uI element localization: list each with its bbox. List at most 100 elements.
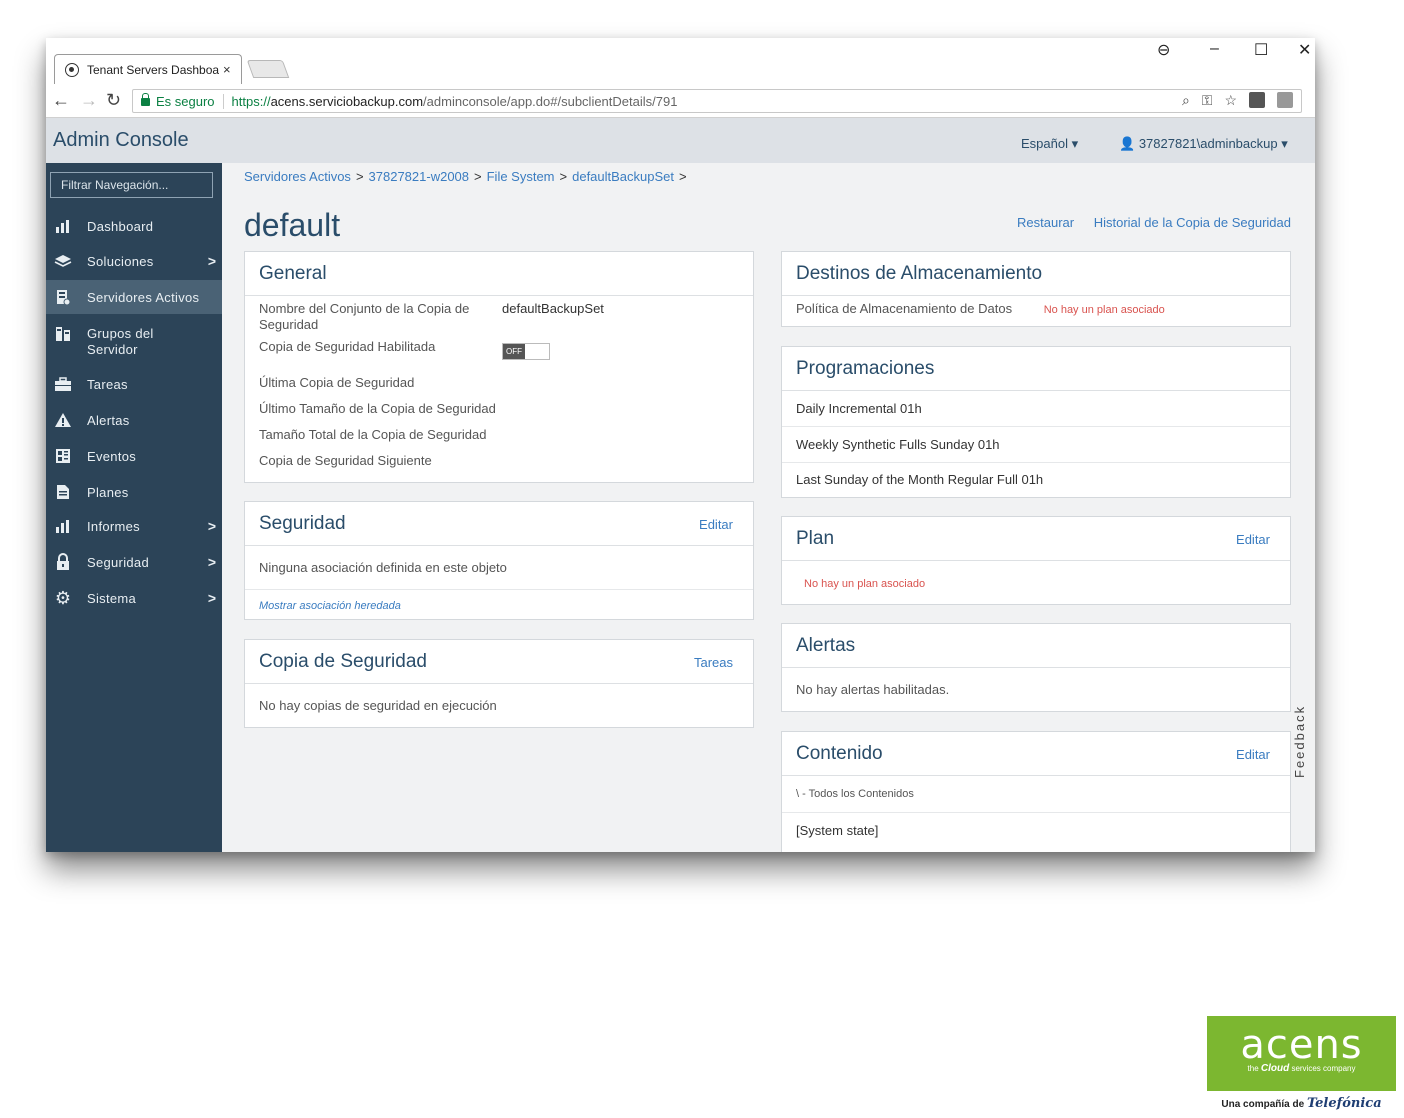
security-panel: Seguridad Editar Ninguna asociación defi…: [244, 501, 754, 620]
user-name: 37827821\adminbackup ▾: [1138, 136, 1288, 151]
backup-enabled-toggle[interactable]: OFF: [502, 343, 550, 360]
sidebar-item-servidores-activos[interactable]: Servidores Activos: [46, 280, 222, 314]
reload-icon[interactable]: ↻: [106, 90, 121, 111]
logo-tagline: the Cloud services company: [1207, 1063, 1396, 1074]
breadcrumb-item[interactable]: 37827821-w2008: [369, 169, 469, 184]
general-panel: General Nombre del Conjunto de la Copia …: [244, 251, 754, 483]
nav-filter-input[interactable]: Filtrar Navegación...: [50, 172, 213, 198]
close-window-icon[interactable]: ✕: [1298, 40, 1311, 60]
panel-header: Programaciones: [782, 347, 1290, 391]
panel-header: Copia de Seguridad Tareas: [245, 640, 753, 684]
plan-panel: Plan Editar No hay un plan asociado: [781, 516, 1291, 605]
edit-security-link[interactable]: Editar: [699, 517, 733, 532]
events-icon: [54, 448, 72, 464]
edit-content-link[interactable]: Editar: [1236, 747, 1270, 762]
sidebar-item-tareas[interactable]: Tareas: [46, 367, 222, 401]
field-label: Copia de Seguridad Siguiente: [259, 453, 432, 468]
address-bar: ← → ↻ Es seguro https://acens.servicioba…: [46, 84, 1315, 118]
breadcrumb-separator: >: [474, 169, 482, 184]
inherited-row: Mostrar asociación heredada: [245, 590, 753, 620]
app-title: Admin Console: [53, 129, 189, 151]
dashboard-icon: [54, 218, 72, 234]
sidebar-item-seguridad[interactable]: Seguridad >: [46, 545, 222, 579]
sidebar-item-informes[interactable]: Informes >: [46, 509, 222, 543]
backup-message-row: No hay copias de seguridad en ejecución: [245, 684, 753, 728]
server-icon: [54, 289, 72, 305]
toggle-state: OFF: [503, 344, 525, 359]
field-label: Última Copia de Seguridad: [259, 375, 415, 390]
edit-plan-link[interactable]: Editar: [1236, 532, 1270, 547]
logo-subline-pre: Una compañía de: [1221, 1099, 1305, 1110]
sidebar-item-sistema[interactable]: ⚙ Sistema >: [46, 581, 222, 615]
breadcrumb-item[interactable]: Servidores Activos: [244, 169, 351, 184]
field-label: Último Tamaño de la Copia de Seguridad: [259, 401, 496, 416]
schedule-item[interactable]: Weekly Synthetic Fulls Sunday 01h: [782, 427, 1290, 463]
storage-policy-value: No hay un plan asociado: [1043, 304, 1165, 316]
sidebar-item-label: Seguridad: [87, 554, 149, 570]
content-panel: Contenido Editar \ - Todos los Contenido…: [781, 731, 1291, 852]
panel-header: General: [245, 252, 753, 296]
briefcase-icon: [54, 376, 72, 392]
panel-title: Contenido: [796, 743, 883, 764]
sidebar-item-label: Planes: [87, 484, 129, 500]
panel-header: Alertas: [782, 624, 1290, 668]
user-icon: 👤: [1119, 136, 1136, 151]
panel-header: Contenido Editar: [782, 732, 1290, 776]
next-backup-row: Copia de Seguridad Siguiente: [245, 448, 753, 474]
panel-title: Plan: [796, 528, 835, 549]
alerts-panel: Alertas No hay alertas habilitadas.: [781, 623, 1291, 712]
tab-close-icon[interactable]: ×: [223, 62, 231, 77]
field-label: Nombre del Conjunto de la Copia de Segur…: [259, 301, 470, 332]
field-label: Tamaño Total de la Copia de Seguridad: [259, 427, 487, 442]
padlock-icon: [141, 93, 150, 106]
acens-logo: acens the Cloud services company: [1207, 1016, 1396, 1091]
schedule-item[interactable]: Last Sunday of the Month Regular Full 01…: [782, 463, 1290, 497]
sidebar-item-soluciones[interactable]: Soluciones >: [46, 244, 222, 278]
app-header: Admin Console Español ▾ 👤 37827821\admin…: [46, 118, 1315, 163]
reports-icon: [54, 518, 72, 534]
restore-link[interactable]: Restaurar: [1017, 215, 1074, 230]
omnibox-icons: ⌕ ⚿ ☆: [1182, 92, 1293, 109]
alerts-message-row: No hay alertas habilitadas.: [782, 668, 1290, 712]
last-backup-row: Última Copia de Seguridad: [245, 370, 753, 396]
sidebar-item-eventos[interactable]: Eventos: [46, 439, 222, 473]
user-menu[interactable]: 👤 37827821\adminbackup ▾: [1119, 136, 1288, 152]
feedback-tab[interactable]: Feedback: [1292, 705, 1307, 778]
language-dropdown[interactable]: Español ▾: [1021, 136, 1078, 152]
sidebar-item-label: Dashboard: [87, 218, 154, 234]
breadcrumb-separator: >: [355, 169, 364, 184]
logo-tagline-post: services company: [1291, 1064, 1356, 1073]
logo-wordmark: acens: [1240, 1022, 1363, 1068]
sidebar-item-label: Tareas: [87, 376, 128, 392]
sidebar-item-dashboard[interactable]: Dashboard: [46, 209, 222, 243]
tasks-link[interactable]: Tareas: [694, 655, 733, 670]
minimize-icon[interactable]: –: [1210, 40, 1219, 58]
key-icon[interactable]: ⚿: [1202, 92, 1213, 109]
field-label: Política de Almacenamiento de Datos: [796, 301, 1013, 316]
panel-header: Plan Editar: [782, 517, 1290, 561]
maximize-icon[interactable]: ☐: [1254, 40, 1268, 60]
back-icon[interactable]: ←: [52, 90, 70, 111]
profile-icon[interactable]: ⊖: [1157, 40, 1170, 60]
sidebar-item-alertas[interactable]: Alertas: [46, 403, 222, 437]
browser-tab[interactable]: Tenant Servers Dashboar ×: [54, 54, 242, 84]
extension-2-icon[interactable]: [1277, 92, 1293, 108]
secure-indicator[interactable]: Es seguro: [133, 93, 224, 109]
star-icon[interactable]: ☆: [1224, 92, 1237, 109]
zoom-icon[interactable]: ⌕: [1182, 92, 1190, 109]
backup-history-link[interactable]: Historial de la Copia de Seguridad: [1094, 215, 1291, 230]
breadcrumb-item[interactable]: File System: [487, 169, 555, 184]
schedule-item[interactable]: Daily Incremental 01h: [782, 391, 1290, 427]
sidebar-item-grupos-servidor[interactable]: Grupos del Servidor: [46, 318, 222, 362]
extension-icon[interactable]: [1249, 92, 1265, 108]
sidebar: Filtrar Navegación... Dashboard Solucion…: [46, 163, 222, 852]
sidebar-item-planes[interactable]: Planes: [46, 475, 222, 509]
show-inherited-link[interactable]: Mostrar asociación heredada: [259, 600, 401, 612]
forward-icon[interactable]: →: [80, 90, 98, 111]
storage-panel: Destinos de Almacenamiento Política de A…: [781, 251, 1291, 327]
new-tab-button[interactable]: [246, 60, 290, 78]
url-input[interactable]: Es seguro https://acens.serviciobackup.c…: [132, 89, 1302, 113]
breadcrumb-separator: >: [559, 169, 568, 184]
breadcrumb-item[interactable]: defaultBackupSet: [572, 169, 674, 184]
url-path: /adminconsole/app.do#/subclientDetails/7…: [423, 93, 678, 109]
